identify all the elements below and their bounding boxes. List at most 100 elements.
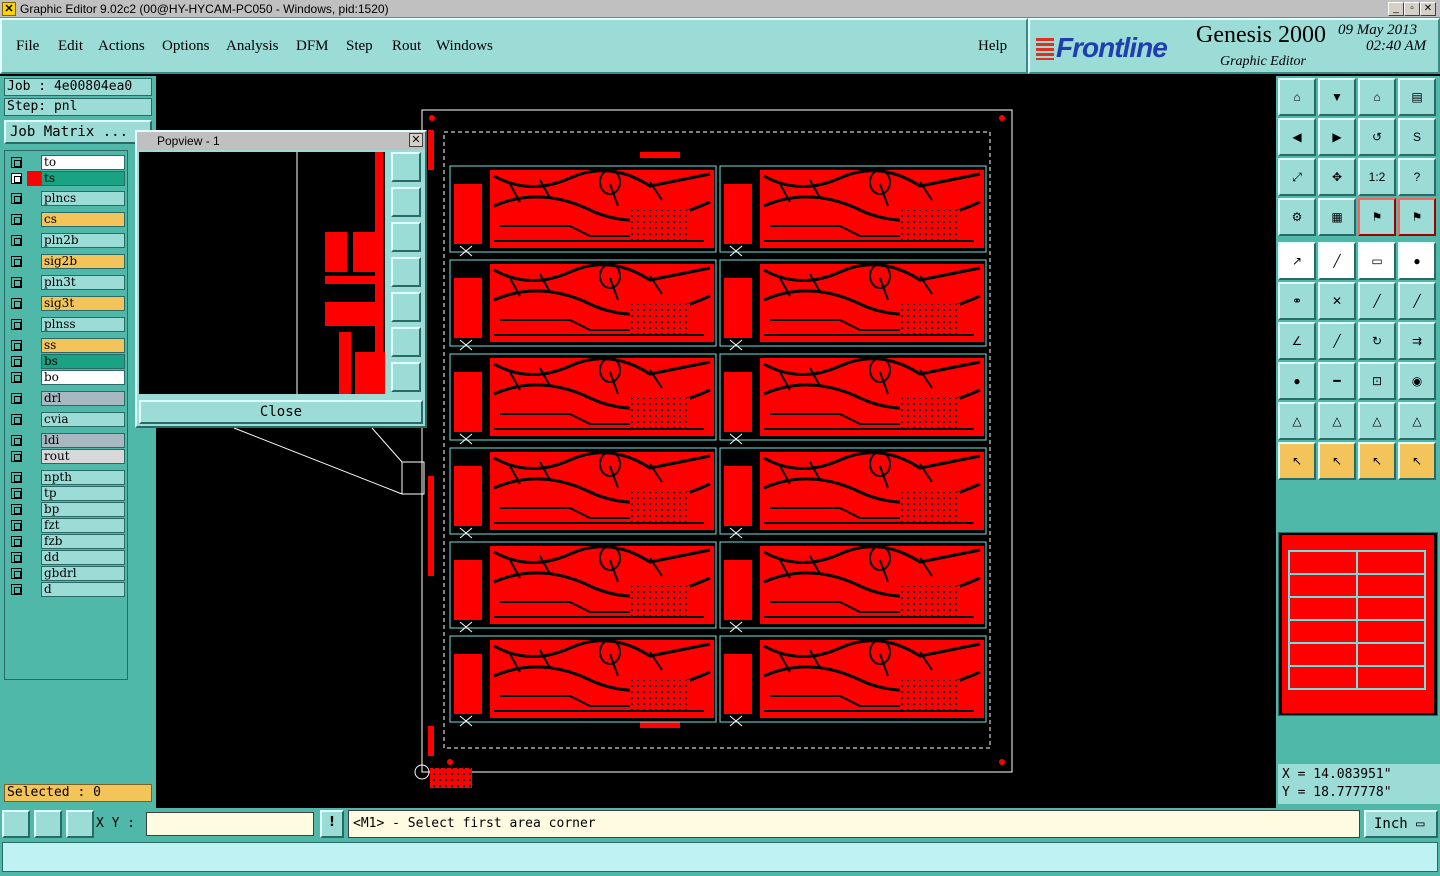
layer-label[interactable]: npth bbox=[41, 470, 125, 485]
pan-right-icon[interactable]: ▶ bbox=[1318, 118, 1356, 156]
layer-checkbox[interactable] bbox=[11, 372, 22, 383]
layer-label[interactable]: dd bbox=[41, 550, 125, 565]
layer-row-bs[interactable]: bs bbox=[7, 354, 125, 369]
ruler-icon[interactable]: ▭ bbox=[1358, 242, 1396, 280]
minimap[interactable] bbox=[1278, 532, 1438, 716]
circles-icon[interactable]: ◉ bbox=[1398, 362, 1436, 400]
layer-checkbox[interactable] bbox=[11, 536, 22, 547]
layer-row-fzt[interactable]: fzt bbox=[7, 518, 125, 533]
menu-actions[interactable]: Actions bbox=[98, 38, 145, 55]
layer-label[interactable]: fzb bbox=[41, 534, 125, 549]
popview-close-button[interactable]: Close bbox=[139, 400, 423, 424]
pointer-select-icon[interactable]: ↖ bbox=[1358, 442, 1396, 480]
menu-rout[interactable]: Rout bbox=[392, 38, 421, 55]
layer-label[interactable]: sig2b bbox=[41, 254, 125, 269]
layer-checkbox[interactable] bbox=[11, 520, 22, 531]
layer-checkbox[interactable] bbox=[11, 157, 22, 168]
measure-icon[interactable]: ⚙ bbox=[1278, 198, 1316, 236]
layer-row-sig3t[interactable]: sig3t bbox=[7, 296, 125, 311]
layer-label[interactable]: ss bbox=[41, 338, 125, 353]
line-dot-icon[interactable]: ╱ bbox=[1398, 282, 1436, 320]
pan-right-icon[interactable] bbox=[391, 292, 421, 322]
connect-icon[interactable]: ⚭ bbox=[1278, 282, 1316, 320]
layer-checkbox[interactable] bbox=[11, 356, 22, 367]
layer-row-rout[interactable]: rout bbox=[7, 449, 125, 464]
box-icon[interactable]: ⊡ bbox=[1358, 362, 1396, 400]
slash-icon[interactable]: ╱ bbox=[1318, 322, 1356, 360]
layer-label[interactable]: fzt bbox=[41, 518, 125, 533]
layer-label[interactable]: pln2b bbox=[41, 233, 125, 248]
layer-checkbox[interactable] bbox=[11, 488, 22, 499]
layer-label[interactable]: rout bbox=[41, 449, 125, 464]
node-icon[interactable]: ● bbox=[1278, 362, 1316, 400]
layer-row-bp[interactable]: bp bbox=[7, 502, 125, 517]
layer-checkbox[interactable] bbox=[11, 568, 22, 579]
layer-row-pln3t[interactable]: pln3t bbox=[7, 275, 125, 290]
layer-checkbox[interactable] bbox=[11, 584, 22, 595]
view-down-icon[interactable]: ▼ bbox=[1318, 78, 1356, 116]
layer-row-tp[interactable]: tp bbox=[7, 486, 125, 501]
command-button[interactable]: ! bbox=[320, 810, 344, 838]
layer-row-d[interactable]: d bbox=[7, 582, 125, 597]
zoom-fit-icon[interactable]: ⤢ bbox=[1278, 158, 1316, 196]
layer-label[interactable]: bs bbox=[41, 354, 125, 369]
menu-dfm[interactable]: DFM bbox=[296, 38, 329, 55]
layer-row-gbdrl[interactable]: gbdrl bbox=[7, 566, 125, 581]
layer-row-plnss[interactable]: plnss bbox=[7, 317, 125, 332]
layer-row-ss[interactable]: ss bbox=[7, 338, 125, 353]
line-red-icon[interactable]: ╱ bbox=[1358, 282, 1396, 320]
layer-checkbox[interactable] bbox=[11, 414, 22, 425]
grid-icon[interactable]: ▦ bbox=[1318, 198, 1356, 236]
layer-label[interactable]: tp bbox=[41, 486, 125, 501]
layer-label[interactable]: ts bbox=[41, 171, 125, 186]
segment-icon[interactable]: ━ bbox=[1318, 362, 1356, 400]
zoom-in-icon[interactable] bbox=[391, 327, 421, 357]
menu-step[interactable]: Step bbox=[346, 38, 373, 55]
layer-label[interactable]: ldi bbox=[41, 433, 125, 448]
grid-toggle-icon[interactable] bbox=[66, 810, 94, 838]
popview-canvas[interactable] bbox=[139, 152, 385, 394]
scale-1-2-icon[interactable]: 1:2 bbox=[1358, 158, 1396, 196]
xy-input[interactable] bbox=[146, 812, 314, 836]
arc-icon[interactable]: ↻ bbox=[1358, 322, 1396, 360]
layer-checkbox[interactable] bbox=[11, 193, 22, 204]
layer-label[interactable]: d bbox=[41, 582, 125, 597]
layer-checkbox[interactable] bbox=[11, 472, 22, 483]
layer-checkbox[interactable] bbox=[11, 173, 22, 184]
layer-row-cvia[interactable]: cvia bbox=[7, 412, 125, 427]
layer-label[interactable]: pln3t bbox=[41, 275, 125, 290]
menu-windows[interactable]: Windows bbox=[436, 38, 493, 55]
menu-analysis[interactable]: Analysis bbox=[226, 38, 279, 55]
layer-label[interactable]: to bbox=[41, 155, 125, 170]
snap-icon[interactable]: S bbox=[1398, 118, 1436, 156]
layer-row-sig2b[interactable]: sig2b bbox=[7, 254, 125, 269]
layer-row-bo[interactable]: bo bbox=[7, 370, 125, 385]
house-icon[interactable]: ⌂ bbox=[1358, 78, 1396, 116]
layer-row-drl[interactable]: drl bbox=[7, 391, 125, 406]
layer-row-pln2b[interactable]: pln2b bbox=[7, 233, 125, 248]
layer-row-fzb[interactable]: fzb bbox=[7, 534, 125, 549]
pad-icon[interactable]: ● bbox=[1398, 242, 1436, 280]
layer-label[interactable]: drl bbox=[41, 391, 125, 406]
layer-label[interactable]: plnss bbox=[41, 317, 125, 332]
menu-file[interactable]: File bbox=[16, 38, 39, 55]
layer-checkbox[interactable] bbox=[11, 256, 22, 267]
zoom-center-icon[interactable]: ✥ bbox=[1318, 158, 1356, 196]
menu-edit[interactable]: Edit bbox=[58, 38, 83, 55]
pointer-icon[interactable]: ↖ bbox=[1278, 442, 1316, 480]
layer-checkbox[interactable] bbox=[11, 435, 22, 446]
trace-icon[interactable]: ⇉ bbox=[1398, 322, 1436, 360]
layer-checkbox[interactable] bbox=[11, 235, 22, 246]
layer-checkbox[interactable] bbox=[11, 214, 22, 225]
help-icon[interactable]: ? bbox=[1398, 158, 1436, 196]
layer-label[interactable]: gbdrl bbox=[41, 566, 125, 581]
redraw-icon[interactable]: ↺ bbox=[1358, 118, 1396, 156]
minimize-button[interactable]: _ bbox=[1388, 2, 1404, 16]
units-selector[interactable]: Inch ▭ bbox=[1364, 810, 1438, 838]
close-button[interactable]: ✕ bbox=[1420, 2, 1436, 16]
layer-row-dd[interactable]: dd bbox=[7, 550, 125, 565]
move-icon[interactable]: ↗ bbox=[1278, 242, 1316, 280]
layer-checkbox[interactable] bbox=[11, 277, 22, 288]
menu-options[interactable]: Options bbox=[162, 38, 210, 55]
cross-icon[interactable]: ✕ bbox=[1318, 282, 1356, 320]
